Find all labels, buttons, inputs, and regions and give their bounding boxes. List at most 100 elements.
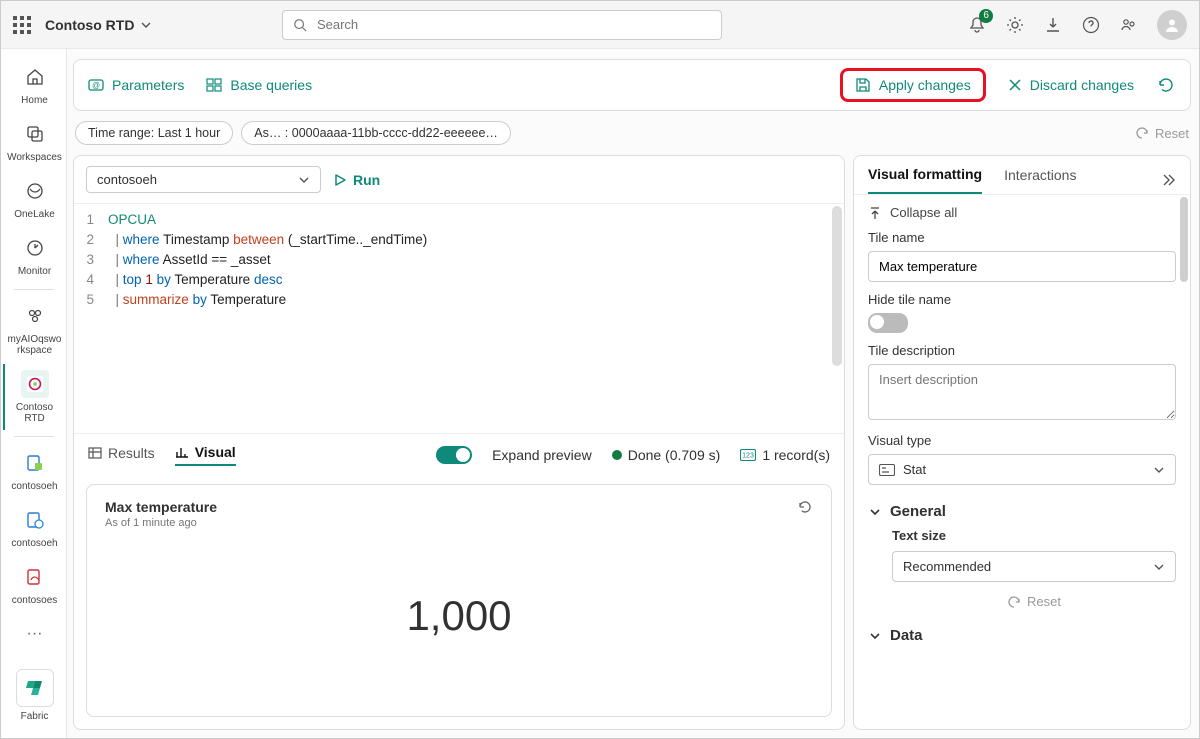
- svg-text:@: @: [92, 81, 100, 90]
- apply-changes-button[interactable]: Apply changes: [840, 68, 986, 102]
- rail-contosoeh-2[interactable]: contosoeh: [3, 500, 65, 555]
- general-reset-button[interactable]: Reset: [892, 594, 1176, 609]
- refresh-icon: [797, 499, 813, 515]
- close-icon: [1008, 78, 1022, 92]
- notification-badge: 6: [979, 9, 993, 23]
- tab-label: Visual: [195, 444, 236, 460]
- refresh-icon: [1157, 76, 1175, 94]
- text-size-select[interactable]: Recommended: [892, 551, 1176, 582]
- question-icon: [1082, 16, 1100, 34]
- collapse-icon: [868, 206, 882, 220]
- rail-contosoeh-1[interactable]: contosoeh: [3, 443, 65, 498]
- rail-contoso-rtd[interactable]: Contoso RTD: [3, 364, 65, 430]
- settings-button[interactable]: [1005, 15, 1025, 35]
- person-icon: [1163, 16, 1181, 34]
- stat-icon: [879, 464, 895, 476]
- collapse-all-button[interactable]: Collapse all: [868, 205, 1176, 220]
- onelake-icon: [25, 181, 45, 201]
- help-button[interactable]: [1081, 15, 1101, 35]
- content-column: @ Parameters Base queries Apply changes …: [67, 49, 1199, 738]
- tile-desc-input[interactable]: [868, 364, 1176, 420]
- results-bar: Results Visual Expand preview Done (0.70…: [74, 433, 844, 476]
- section-general[interactable]: General: [868, 503, 1176, 520]
- expand-preview-toggle[interactable]: [436, 446, 472, 464]
- app-title-dropdown[interactable]: Contoso RTD: [45, 17, 152, 33]
- side-scrollbar[interactable]: [1180, 197, 1188, 282]
- record-count: 123 1 record(s): [740, 447, 830, 463]
- reset-filters-button[interactable]: Reset: [1135, 126, 1189, 141]
- rail-contosoes[interactable]: contosoes: [3, 557, 65, 612]
- fabric-icon: [24, 677, 46, 699]
- feedback-button[interactable]: [1119, 15, 1139, 35]
- base-queries-button[interactable]: Base queries: [206, 77, 312, 93]
- gear-icon: [1006, 16, 1024, 34]
- rail-more[interactable]: ···: [3, 614, 65, 654]
- tile-preview: Max temperature As of 1 minute ago 1,000: [86, 484, 832, 717]
- main-area: Home Workspaces OneLake Monitor myAIOqsw…: [1, 49, 1199, 738]
- side-expand-button[interactable]: [1160, 172, 1176, 188]
- search-input[interactable]: [315, 16, 711, 33]
- hide-tile-name-toggle[interactable]: [868, 313, 908, 333]
- base-queries-label: Base queries: [230, 77, 312, 93]
- global-search[interactable]: [282, 10, 722, 40]
- database-icon: [25, 453, 45, 473]
- query-status: Done (0.709 s): [612, 447, 721, 463]
- visual-type-select[interactable]: Stat: [868, 454, 1176, 485]
- editor-scrollbar[interactable]: [832, 206, 842, 366]
- time-range-chip[interactable]: Time range: Last 1 hour: [75, 121, 233, 145]
- run-label: Run: [353, 172, 380, 188]
- workspaces-icon: [25, 124, 45, 144]
- page-toolbar: @ Parameters Base queries Apply changes …: [73, 59, 1191, 111]
- database-value: contosoeh: [97, 172, 157, 187]
- search-icon: [293, 18, 307, 32]
- chevron-down-icon: [298, 174, 310, 186]
- run-button[interactable]: Run: [333, 172, 380, 188]
- tab-visual[interactable]: Visual: [175, 444, 236, 466]
- notifications-button[interactable]: 6: [967, 15, 987, 35]
- text-size-label: Text size: [892, 528, 1176, 543]
- discard-changes-button[interactable]: Discard changes: [1008, 77, 1134, 93]
- chart-icon: [175, 445, 189, 459]
- double-chevron-icon: [1160, 172, 1176, 188]
- download-button[interactable]: [1043, 15, 1063, 35]
- rail-fabric[interactable]: Fabric: [3, 663, 65, 728]
- svg-text:123: 123: [742, 453, 754, 460]
- rail-workspace-item[interactable]: myAIOqswo rkspace: [3, 296, 65, 362]
- rail-home[interactable]: Home: [3, 57, 65, 112]
- rail-label: Monitor: [18, 266, 51, 277]
- rail-label: Fabric: [21, 711, 49, 722]
- play-icon: [333, 173, 347, 187]
- rail-onelake[interactable]: OneLake: [3, 171, 65, 226]
- parameters-button[interactable]: @ Parameters: [88, 77, 184, 93]
- tile-name-label: Tile name: [868, 230, 1176, 245]
- tile-refresh-button[interactable]: [797, 499, 813, 515]
- parameters-label: Parameters: [112, 77, 184, 93]
- asset-chip[interactable]: As… : 0000aaaa-11bb-cccc-dd22-eeeeee…: [241, 121, 511, 145]
- code-body[interactable]: OPCUA | where Timestamp between (_startT…: [102, 204, 844, 433]
- save-icon: [855, 77, 871, 93]
- tab-visual-formatting[interactable]: Visual formatting: [868, 166, 982, 194]
- rail-label: contosoeh: [11, 538, 57, 549]
- tile-name-input[interactable]: [868, 251, 1176, 282]
- account-avatar[interactable]: [1157, 10, 1187, 40]
- home-icon: [25, 67, 45, 87]
- tab-interactions[interactable]: Interactions: [1004, 167, 1076, 193]
- code-editor[interactable]: 1 2 3 4 5 OPCUA | where Timestamp betwee…: [74, 203, 844, 433]
- refresh-button[interactable]: [1156, 75, 1176, 95]
- app-launcher-icon[interactable]: [13, 16, 31, 34]
- more-icon: ···: [21, 620, 49, 648]
- rail-monitor[interactable]: Monitor: [3, 228, 65, 283]
- tab-results[interactable]: Results: [88, 445, 155, 465]
- rail-label: contosoeh: [11, 481, 57, 492]
- reset-label: Reset: [1155, 126, 1189, 141]
- rail-workspaces[interactable]: Workspaces: [3, 114, 65, 169]
- work-area: contosoeh Run 1 2 3 4 5: [73, 155, 1191, 730]
- apply-label: Apply changes: [879, 77, 971, 93]
- database-selector[interactable]: contosoeh: [86, 166, 321, 193]
- rail-label: Workspaces: [7, 152, 62, 163]
- section-data[interactable]: Data: [868, 627, 1176, 644]
- rail-label: contosoes: [12, 595, 58, 606]
- people-icon: [1120, 16, 1138, 34]
- chevron-down-icon: [868, 505, 882, 519]
- rail-label: Home: [21, 95, 48, 106]
